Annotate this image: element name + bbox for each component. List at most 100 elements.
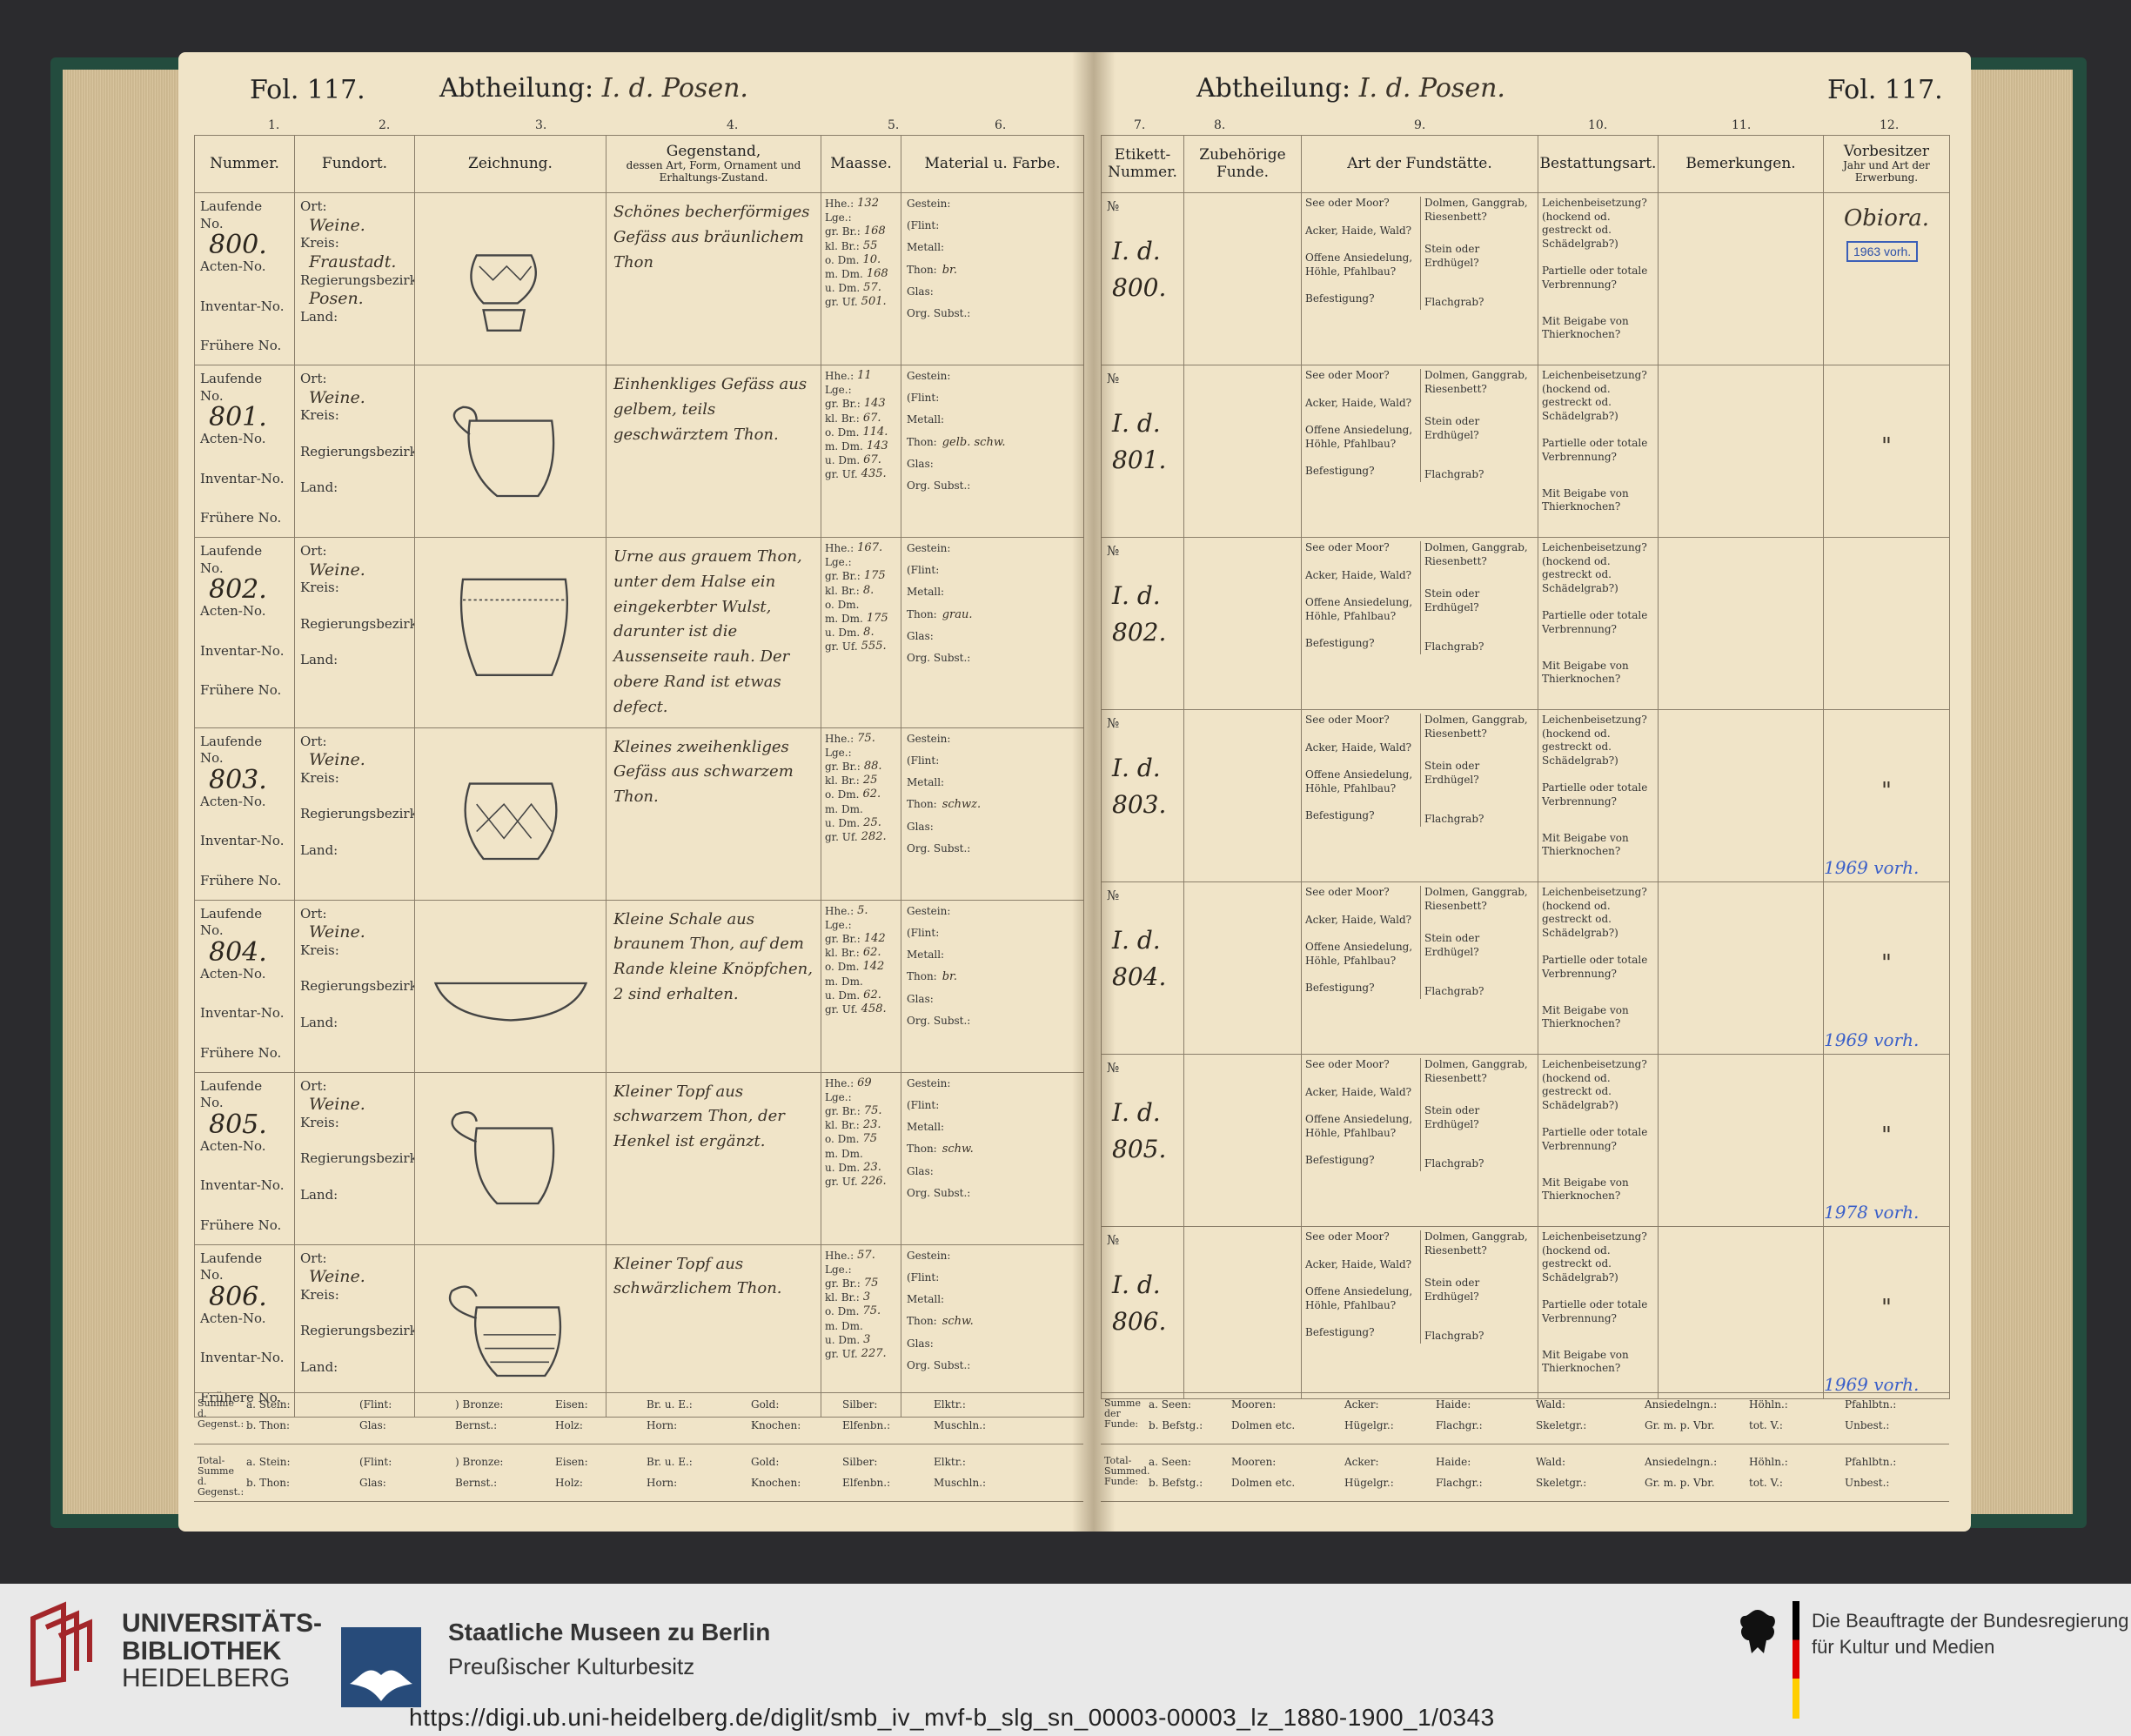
acker-label: Acker, Haide, Wald? — [1305, 224, 1412, 237]
measure-value: 435. — [861, 467, 887, 481]
summary-field: a. Seen: — [1149, 1398, 1191, 1411]
colnum: 6. — [995, 118, 1007, 132]
summary-field: Gold: — [751, 1456, 780, 1468]
summary-divider — [194, 1501, 1083, 1502]
thon-value: schw. — [942, 1315, 974, 1329]
kreis-value — [309, 1304, 409, 1323]
row-number: 805. — [209, 1109, 267, 1140]
measure-label: kl. Br.: — [825, 412, 860, 425]
summary-field: Br. u. E.: — [647, 1456, 693, 1468]
flachgrab-label: Flachgrab? — [1424, 985, 1484, 998]
see-label: See oder Moor? — [1305, 886, 1390, 898]
zubehoerige-cell — [1183, 192, 1302, 365]
ort-value: Weine. — [309, 1267, 365, 1287]
acten-label: Acten-No. — [200, 1137, 266, 1154]
zubehoerige-cell — [1183, 1054, 1302, 1227]
land-label: Land: — [300, 1186, 338, 1203]
stein-label: Stein oder Erdhügel? — [1424, 243, 1480, 269]
dolmen-label: Dolmen, Ganggrab, Riesenbett? — [1424, 1230, 1528, 1257]
laufende-label: Laufende No. — [200, 733, 263, 767]
table-row: Laufende No. 805. Acten-No. Inventar-No. Frü… — [194, 1071, 1084, 1245]
measure-label: o. Dm. — [825, 253, 860, 266]
vessel-drawing-icon — [470, 254, 537, 332]
smb-title[interactable]: Staatliche Museen zu Berlin — [448, 1619, 770, 1646]
material-label: (Flint: — [907, 926, 940, 939]
material-label: (Flint: — [907, 1098, 940, 1111]
vessel-drawing-icon — [451, 1110, 555, 1204]
art-cell: See oder Moor? Acker, Haide, Wald? Offene … — [1301, 1226, 1538, 1399]
nummer-cell: Laufende No. 800. Acten-No. Inventar-No. Frü… — [194, 192, 295, 365]
offene-label: Offene Ansiedelung, Höhle, Pfahlbau? — [1305, 424, 1413, 450]
summary-field: b. Befstg.: — [1149, 1419, 1203, 1431]
measure-value: 142 — [862, 960, 885, 974]
summary-field: Höhln.: — [1749, 1456, 1788, 1468]
measure-label: Lge.: — [825, 384, 852, 397]
material-label: (Flint: — [907, 392, 940, 405]
art-cell: See oder Moor? Acker, Haide, Wald? Offene … — [1301, 1054, 1538, 1227]
nummer-cell: Laufende No. 801. Acten-No. Inventar-No. Frü… — [194, 365, 295, 538]
measure-label: gr. Uf. — [825, 296, 858, 309]
dolmen-label: Dolmen, Ganggrab, Riesenbett? — [1424, 886, 1528, 912]
measure-label: gr. Uf. — [825, 1347, 858, 1360]
federal-eagle-icon — [1740, 1610, 1775, 1653]
ort-label: Ort: — [300, 198, 327, 214]
material-label: Thon: — [907, 263, 937, 276]
acker-label: Acker, Haide, Wald? — [1305, 913, 1412, 926]
summary-field: Acker: — [1344, 1398, 1379, 1411]
col-header-maasse: Maasse. — [821, 135, 901, 193]
material-label: Thon: — [907, 970, 937, 983]
measure-label: kl. Br.: — [825, 584, 860, 597]
maasse-cell: Hhe.: 57. Lge.: gr. Br.: 75 kl. Br.: 3 o. Dm. 75… — [821, 1243, 901, 1418]
german-flag-bar — [1793, 1601, 1799, 1719]
summary-field: Knochen: — [751, 1477, 801, 1489]
col-header-zeichnung: Zeichnung. — [414, 135, 606, 193]
measure-label: m. Dm. — [825, 439, 863, 452]
see-label: See oder Moor? — [1305, 541, 1390, 553]
nummer-cell: Laufende No. 803. Acten-No. Inventar-No. Frü… — [194, 727, 295, 901]
measure-value: 8. — [862, 583, 875, 597]
folio-left: Fol. 117. — [250, 75, 365, 105]
etikett-value: I. d. 804. — [1112, 925, 1167, 991]
acker-label: Acker, Haide, Wald? — [1305, 396, 1412, 409]
colnum: 10. — [1588, 118, 1608, 132]
nummer-cell: Laufende No. 805. Acten-No. Inventar-No. Frü… — [194, 1071, 295, 1245]
material-label: Metall: — [907, 1292, 945, 1305]
summary-field: Glas: — [359, 1419, 386, 1431]
bestattung-cell: Leichenbeisetzung? (hockend od. gestreck… — [1538, 537, 1659, 710]
summary-field: tot. V.: — [1749, 1477, 1783, 1489]
art-cell: See oder Moor? Acker, Haide, Wald? Offene … — [1301, 537, 1538, 710]
vorbesitzer-cell: " 1969 vorh. — [1823, 1226, 1950, 1399]
table-row: № I. d. 804. See oder Moor? Acker, Haide, W… — [1101, 881, 1950, 1055]
row-number: 803. — [209, 764, 267, 795]
abtheilung-right: Abtheilung: I. d. Posen. — [1196, 73, 1505, 104]
page-edges-right — [1960, 70, 2073, 1514]
fruehere-label: Frühere No. — [200, 338, 282, 353]
ub-heidelberg-logo[interactable]: UNIVERSITÄTS- BIBLIOTHEK HEIDELBERG — [122, 1610, 322, 1692]
measure-value: 142 — [863, 931, 886, 945]
etikett-value: I. d. 805. — [1112, 1097, 1167, 1163]
measure-label: o. Dm. — [825, 788, 860, 801]
dolmen-label: Dolmen, Ganggrab, Riesenbett? — [1424, 714, 1528, 740]
col-header-fundort: Fundort. — [294, 135, 415, 193]
material-label: Glas: — [907, 820, 934, 833]
material-label: (Flint: — [907, 1270, 940, 1284]
measure-value: 226. — [861, 1174, 887, 1188]
measure-label: o. Dm. — [825, 961, 860, 974]
material-label: Org. Subst.: — [907, 652, 971, 665]
zubehoerige-cell — [1183, 1226, 1302, 1399]
material-label: Glas: — [907, 285, 934, 298]
befestigung-label: Befestigung? — [1305, 292, 1375, 305]
summary-field: Skeletgr.: — [1536, 1419, 1587, 1431]
permalink-url[interactable]: https://digi.ub.uni-heidelberg.de/diglit… — [409, 1704, 1495, 1732]
lf-label: № — [1107, 371, 1178, 388]
summary-field: Muschln.: — [934, 1477, 987, 1489]
table-row: № I. d. 803. See oder Moor? Acker, Haide, W… — [1101, 709, 1950, 882]
measure-value: 57. — [863, 281, 881, 295]
material-cell: Gestein: (Flint: Metall: Thon: schw. Glas: Org… — [901, 1243, 1084, 1418]
summary-field: Eisen: — [555, 1398, 588, 1411]
measure-value: 143 — [863, 397, 886, 411]
ub-line1: UNIVERSITÄTS- — [122, 1609, 323, 1638]
bkm-logo[interactable]: Die Beauftragte der Bundesregierung für … — [1812, 1608, 2128, 1659]
bestattung-cell: Leichenbeisetzung? (hockend od. gestreck… — [1538, 1226, 1659, 1399]
thon-value: gelb. schw. — [942, 435, 1006, 449]
